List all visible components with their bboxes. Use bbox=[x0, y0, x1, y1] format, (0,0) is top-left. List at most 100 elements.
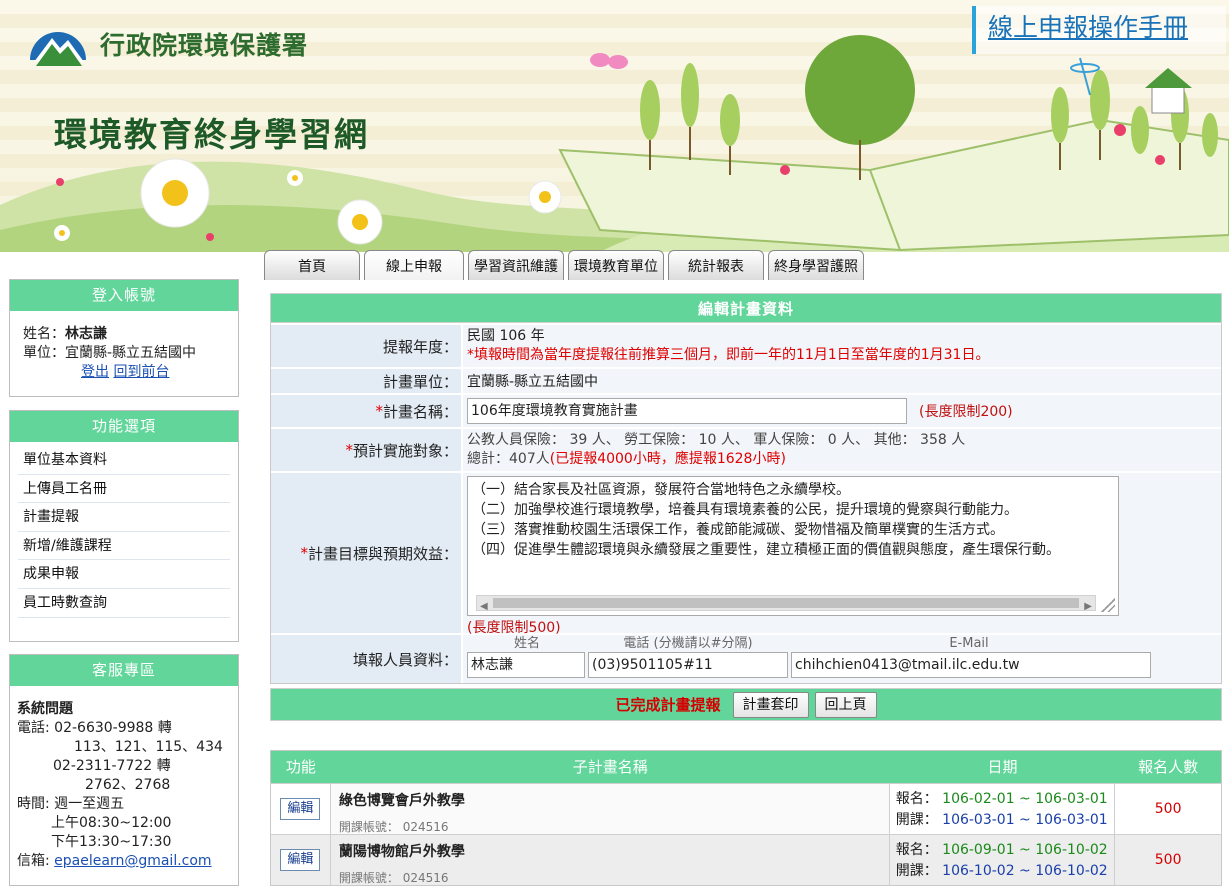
tab-lifelong-passport[interactable]: 終身學習護照 bbox=[768, 250, 864, 280]
service-hours-days: 時間: 週一至週五 bbox=[17, 796, 125, 812]
subplan-name: 蘭陽博物館戶外教學 bbox=[338, 844, 465, 860]
signup-label: 報名： bbox=[895, 791, 938, 807]
phone-line-1: 電話: 02-6630-9988 轉 bbox=[17, 720, 172, 736]
customer-service-title: 客服專區 bbox=[10, 655, 238, 686]
menu-item-unit-basic-info[interactable]: 單位基本資料 bbox=[18, 446, 230, 475]
class-dates: 106-03-01 ~ 106-03-01 bbox=[942, 812, 1108, 828]
phone-line-2: 02-2311-7722 轉 bbox=[53, 758, 171, 774]
service-hours-afternoon: 下午13:30~17:30 bbox=[51, 834, 172, 850]
plan-unit-label: 計畫單位： bbox=[382, 372, 458, 391]
epa-logo-icon bbox=[30, 32, 86, 66]
user-name: 林志謙 bbox=[65, 326, 107, 342]
account-label: 開課帳號： bbox=[338, 820, 399, 834]
reporter-phone-input[interactable]: (03)9501105#11 bbox=[588, 652, 788, 678]
plan-name-input[interactable]: 106年度環境教育實施計畫 bbox=[467, 398, 907, 424]
phone-ext-line-2: 2762、2768 bbox=[85, 777, 171, 793]
textarea-horizontal-scrollbar[interactable]: ◀ ▶ bbox=[476, 595, 1096, 612]
signup-count: 500 bbox=[1154, 852, 1182, 868]
back-to-front-link[interactable]: 回到前台 bbox=[113, 364, 169, 380]
login-panel-title: 登入帳號 bbox=[10, 280, 238, 311]
email-label: 信箱: bbox=[17, 853, 55, 869]
phone-ext-line-1: 113、121、115、434 bbox=[74, 739, 223, 755]
unit-label: 單位： bbox=[23, 345, 65, 361]
operation-manual-link[interactable]: 線上申報操作手冊 bbox=[972, 6, 1226, 54]
col-count-header: 報名人數 bbox=[1138, 758, 1199, 776]
logout-link[interactable]: 登出 bbox=[81, 364, 109, 380]
subplan-name: 綠色博覽會戶外教學 bbox=[338, 793, 465, 809]
service-hours-morning: 上午08:30~12:00 bbox=[51, 815, 172, 831]
tab-env-edu-units[interactable]: 環境教育單位 bbox=[568, 250, 664, 280]
tab-home[interactable]: 首頁 bbox=[264, 250, 360, 280]
back-button[interactable]: 回上頁 bbox=[814, 691, 877, 718]
target-hours-note: (已提報4000小時，應提報1628小時) bbox=[549, 451, 786, 467]
year-note: *填報時間為當年度提報往前推算三個月，即前一年的11月1日至當年度的1月31日。 bbox=[467, 347, 990, 363]
reporter-email-header: E-Mail bbox=[949, 636, 989, 651]
form-action-bar: 已完成計畫提報 計畫套印 回上頁 bbox=[270, 688, 1222, 721]
tab-statistics[interactable]: 統計報表 bbox=[668, 250, 764, 280]
service-email-link[interactable]: epaelearn@gmail.com bbox=[54, 853, 211, 869]
scroll-left-arrow-icon[interactable]: ◀ bbox=[480, 597, 488, 615]
target-total: 總計：407人 bbox=[467, 451, 550, 467]
class-dates: 106-10-02 ~ 106-10-02 bbox=[942, 863, 1108, 879]
menu-item-plan-report[interactable]: 計畫提報 bbox=[18, 503, 230, 532]
reporter-name-header: 姓名 bbox=[513, 636, 540, 651]
goal-label: 計畫目標與預期效益： bbox=[307, 544, 458, 563]
tab-learning-info[interactable]: 學習資訊維護 bbox=[468, 250, 564, 280]
required-mark: * bbox=[300, 544, 308, 562]
resize-grip-icon[interactable] bbox=[1101, 598, 1115, 612]
account-label: 開課帳號： bbox=[338, 871, 399, 885]
org-name: 行政院環境保護署 bbox=[100, 31, 309, 60]
menu-item-result-report[interactable]: 成果申報 bbox=[18, 560, 230, 589]
reporter-phone-header: 電話 (分機請以#分隔) bbox=[623, 636, 753, 651]
signup-label: 報名： bbox=[895, 842, 938, 858]
edit-plan-form: 編輯計畫資料 提報年度： 民國 106 年 *填報時間為當年度提報往前推算三個月… bbox=[270, 293, 1222, 721]
name-label: 姓名： bbox=[23, 326, 65, 342]
system-issue-heading: 系統問題 bbox=[17, 701, 73, 717]
table-row: 編輯 蘭陽博物館戶外教學 開課帳號： 024516 報名： 106-09-01 … bbox=[271, 834, 1221, 885]
subplan-table: 功能 子計畫名稱 日期 報名人數 編輯 綠色博覽會戶外教學 開課帳號： 0245… bbox=[270, 750, 1222, 886]
customer-service-panel: 客服專區 系統問題 電話: 02-6630-9988 轉 113、121、115… bbox=[9, 654, 239, 886]
goal-line: （二）加強學校進行環境教學，培養具有環境素養的公民，提升環境的覺察與行動能力。 bbox=[472, 502, 1018, 518]
year-value: 民國 106 年 bbox=[467, 328, 545, 344]
scroll-right-arrow-icon[interactable]: ▶ bbox=[1084, 597, 1092, 615]
scrollbar-thumb[interactable] bbox=[493, 598, 1079, 608]
signup-dates: 106-09-01 ~ 106-10-02 bbox=[942, 842, 1108, 858]
login-panel: 登入帳號 姓名：林志謙 單位：宜蘭縣-縣立五結國中 登出 回到前台 bbox=[9, 279, 239, 397]
reporter-label: 填報人員資料： bbox=[352, 650, 458, 669]
reporter-name-input[interactable]: 林志謙 bbox=[467, 652, 585, 678]
goal-line: （四）促進學生體認環境與永續發展之重要性，建立積極正面的價值觀與態度，產生環保行… bbox=[472, 542, 1060, 558]
goal-textarea[interactable]: （一）結合家長及社區資源，發展符合當地特色之永續學校。 （二）加強學校進行環境教… bbox=[467, 476, 1119, 616]
col-name-header: 子計畫名稱 bbox=[572, 758, 648, 776]
plan-submitted-status: 已完成計畫提報 bbox=[615, 696, 721, 714]
print-plan-button[interactable]: 計畫套印 bbox=[732, 691, 809, 718]
menu-item-staff-hours-query[interactable]: 員工時數查詢 bbox=[18, 589, 230, 618]
goal-line: （一）結合家長及社區資源，發展符合當地特色之永續學校。 bbox=[472, 482, 850, 498]
goal-limit: (長度限制500) bbox=[467, 620, 561, 636]
menu-item-add-maintain-course[interactable]: 新增/維護課程 bbox=[18, 532, 230, 561]
required-mark: * bbox=[345, 441, 353, 459]
class-label: 開課： bbox=[895, 812, 938, 828]
target-breakdown: 公教人員保險： 39 人、 勞工保險： 10 人、 軍人保險： 0 人、 其他：… bbox=[467, 432, 966, 448]
plan-unit-value: 宜蘭縣-縣立五結國中 bbox=[461, 369, 1221, 393]
account-number: 024516 bbox=[402, 820, 449, 834]
signup-dates: 106-02-01 ~ 106-03-01 bbox=[942, 791, 1108, 807]
account-number: 024516 bbox=[402, 871, 449, 885]
form-title: 編輯計畫資料 bbox=[270, 293, 1222, 323]
year-label: 提報年度： bbox=[382, 337, 458, 356]
user-unit: 宜蘭縣-縣立五結國中 bbox=[65, 345, 197, 361]
signup-count: 500 bbox=[1154, 801, 1182, 817]
edit-button[interactable]: 編輯 bbox=[280, 849, 321, 871]
plan-name-limit: (長度限制200) bbox=[919, 404, 1013, 420]
plan-name-label: 計畫名稱： bbox=[382, 402, 458, 421]
goal-line: （三）落實推動校園生活環保工作，養成節能減碳、愛物惜福及簡單樸實的生活方式。 bbox=[472, 522, 1004, 538]
site-title: 環境教育終身學習網 bbox=[54, 115, 369, 154]
reporter-email-input[interactable]: chihchien0413@tmail.ilc.edu.tw bbox=[791, 652, 1151, 678]
target-label: 預計實施對象： bbox=[352, 441, 458, 460]
subplan-table-header: 功能 子計畫名稱 日期 報名人數 bbox=[271, 751, 1221, 783]
org-logo-row[interactable]: 行政院環境保護署 bbox=[26, 16, 308, 72]
edit-button[interactable]: 編輯 bbox=[280, 798, 321, 820]
menu-item-upload-staff-list[interactable]: 上傳員工名冊 bbox=[18, 475, 230, 504]
tab-online-report[interactable]: 線上申報 bbox=[364, 250, 464, 280]
main-nav-tabs: 首頁 線上申報 學習資訊維護 環境教育單位 統計報表 終身學習護照 bbox=[264, 250, 868, 280]
col-func-header: 功能 bbox=[285, 758, 316, 776]
